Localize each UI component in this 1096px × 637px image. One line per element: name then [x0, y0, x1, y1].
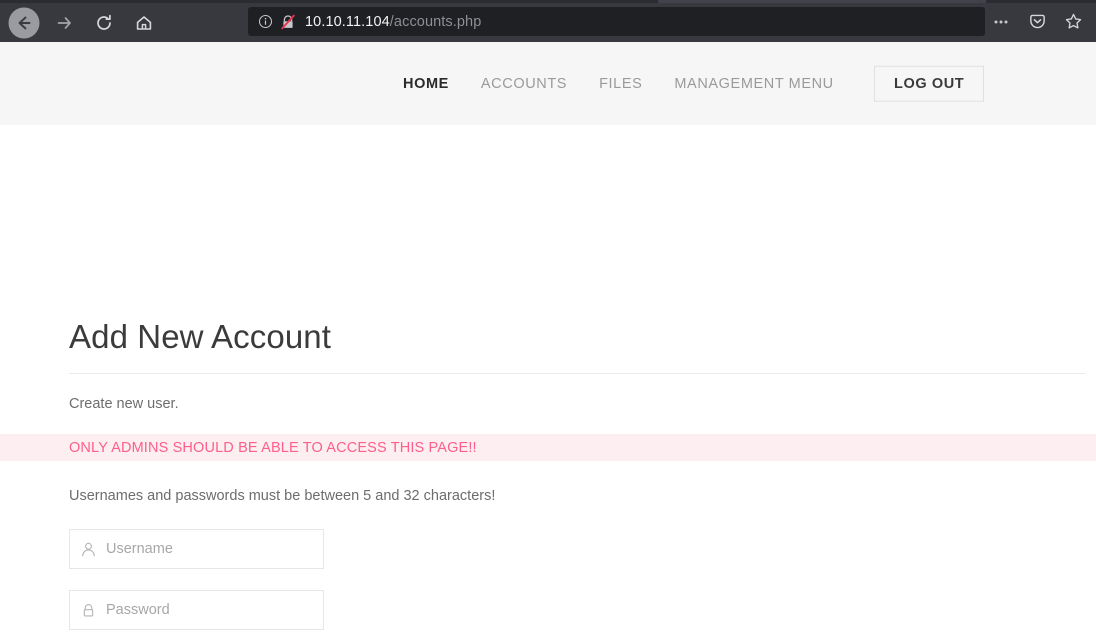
nav-item-management-menu[interactable]: MANAGEMENT MENU [674, 76, 833, 92]
nav-item-accounts[interactable]: ACCOUNTS [481, 76, 567, 92]
active-tab-seam [658, 0, 986, 3]
admin-warning-text: ONLY ADMINS SHOULD BE ABLE TO ACCESS THI… [69, 439, 477, 456]
site-navbar: HOME ACCOUNTS FILES MANAGEMENT MENU LOG … [0, 42, 1096, 125]
username-field-row[interactable] [69, 529, 324, 569]
crossed-out-lock-icon[interactable] [280, 14, 296, 30]
nav-item-home[interactable]: HOME [403, 76, 449, 92]
reload-button[interactable] [84, 6, 124, 40]
lock-icon [70, 602, 106, 619]
site-navbar-inner: HOME ACCOUNTS FILES MANAGEMENT MENU LOG … [0, 42, 1096, 125]
back-button[interactable] [4, 6, 44, 40]
home-button[interactable] [124, 6, 164, 40]
username-input[interactable] [106, 541, 311, 557]
user-icon-glyph [81, 542, 95, 556]
bookmark-button[interactable] [1058, 7, 1088, 36]
reload-icon [97, 14, 111, 30]
title-divider [69, 373, 1085, 374]
page-title: Add New Account [69, 318, 331, 355]
user-icon [70, 541, 106, 558]
admin-warning-banner: ONLY ADMINS SHOULD BE ABLE TO ACCESS THI… [0, 434, 1096, 461]
nav-item-files[interactable]: FILES [599, 76, 642, 92]
lock-icon-glyph [83, 603, 93, 616]
logout-button[interactable]: LOG OUT [874, 65, 985, 102]
page-actions-button[interactable] [986, 7, 1016, 36]
password-length-hint: Usernames and passwords must be between … [69, 488, 496, 504]
home-icon [136, 15, 152, 30]
url-bar[interactable]: 10.10.11.104/accounts.php [248, 7, 985, 36]
password-field-row[interactable] [69, 590, 324, 630]
browser-toolbar-right [986, 7, 1088, 36]
site-nav-links: HOME ACCOUNTS FILES MANAGEMENT MENU [403, 76, 866, 92]
info-circle-icon[interactable] [258, 14, 273, 29]
add-account-form: CREATE USER [69, 529, 324, 637]
browser-chrome: 10.10.11.104/accounts.php [0, 0, 1096, 42]
password-input[interactable] [106, 602, 311, 618]
url-text: 10.10.11.104/accounts.php [305, 14, 481, 30]
url-host: 10.10.11.104 [305, 13, 390, 30]
forward-button[interactable] [44, 6, 84, 40]
back-arrow-icon [18, 16, 31, 29]
forward-arrow-icon [57, 16, 71, 29]
page-subtitle: Create new user. [69, 396, 179, 412]
url-path: /accounts.php [389, 13, 482, 30]
pocket-save-icon [1029, 14, 1045, 29]
browser-navigation-buttons [0, 3, 164, 42]
star-icon [1065, 13, 1081, 29]
identity-box[interactable] [258, 14, 296, 30]
ellipsis-icon [994, 20, 1008, 23]
pocket-save-button[interactable] [1022, 7, 1052, 36]
